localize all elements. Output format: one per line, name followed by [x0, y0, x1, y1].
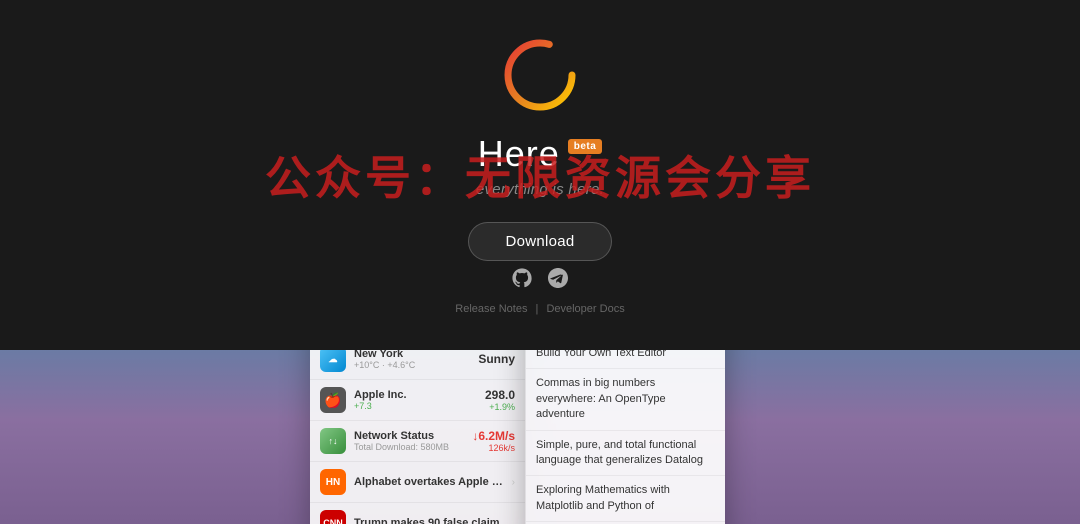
item-subtitle: Total Download: 580MB: [354, 442, 464, 452]
item-value: Sunny: [478, 352, 515, 366]
item-value: 298.0: [485, 388, 515, 402]
list-item: Exploring Mathematics with Matplotlib an…: [526, 476, 725, 522]
weather-icon: ☁: [320, 350, 346, 372]
app-title: Here: [478, 133, 560, 175]
item-value-group: 298.0 +1.9%: [485, 388, 515, 412]
list-item: ↑↓ Network Status Total Download: 580MB …: [310, 421, 525, 462]
release-notes-link[interactable]: Release Notes: [455, 303, 527, 315]
post-title: Simple, pure, and total functional langu…: [536, 438, 715, 469]
list-item: Simple, pure, and total functional langu…: [526, 431, 725, 477]
list-item: CNN Trump makes 90 false claims during f…: [310, 503, 525, 524]
item-title: Network Status: [354, 430, 464, 442]
item-content: Alphabet overtakes Apple to become the..…: [354, 476, 504, 488]
apple-icon: 🍎: [320, 387, 346, 413]
hero-section: Here beta everything is here. Download R…: [0, 0, 1080, 350]
item-content: Apple Inc. +7.3: [354, 389, 477, 411]
list-item: Commas in big numbers everywhere: An Ope…: [526, 369, 725, 430]
list-item[interactable]: HN Alphabet overtakes Apple to become th…: [310, 462, 525, 503]
item-title: Apple Inc.: [354, 389, 477, 401]
item-title: Alphabet overtakes Apple to become the..…: [354, 476, 504, 488]
network-icon: ↑↓: [320, 428, 346, 454]
item-subtitle: +10°C · +4.6°C: [354, 360, 470, 370]
title-row: Here beta: [478, 133, 603, 175]
item-subtitle: +7.3: [354, 401, 477, 411]
app-subtitle: everything is here.: [476, 181, 604, 198]
github-icon[interactable]: [511, 267, 533, 289]
social-links: [511, 267, 569, 289]
preview-section: Fav News Quick × ☁ New York +10°C · +4.6…: [0, 350, 1080, 524]
hn-icon: HN: [320, 469, 346, 495]
list-item: ☁ New York +10°C · +4.6°C Sunny: [310, 350, 525, 380]
item-value-sub: +1.9%: [485, 402, 515, 412]
item-content: Network Status Total Download: 580MB: [354, 430, 464, 452]
telegram-icon[interactable]: [547, 267, 569, 289]
item-value-sub: 126k/s: [472, 443, 515, 453]
post-title: Exploring Mathematics with Matplotlib an…: [536, 483, 715, 514]
app-window-preview: Fav News Quick × ☁ New York +10°C · +4.6…: [310, 350, 725, 524]
post-title: Build Your Own Text Editor: [536, 350, 715, 361]
cnn-icon: CNN: [320, 510, 346, 524]
item-content: Trump makes 90 false claims during final: [354, 517, 515, 524]
footer-links: Release Notes | Developer Docs: [455, 303, 624, 315]
item-title: New York: [354, 350, 470, 360]
item-value-group: ↓6.2M/s 126k/s: [472, 429, 515, 453]
app-logo: [500, 35, 580, 115]
beta-badge: beta: [568, 139, 603, 154]
link-separator: |: [536, 303, 539, 315]
item-title: Trump makes 90 false claims during final: [354, 517, 515, 524]
left-panel: Fav News Quick × ☁ New York +10°C · +4.6…: [310, 350, 525, 524]
list-item: Build Your Own Text Editor: [526, 350, 725, 369]
arrow-icon: ›: [512, 477, 515, 488]
item-content: New York +10°C · +4.6°C: [354, 350, 470, 370]
download-button[interactable]: Download: [468, 222, 611, 261]
list-item: 🍎 Apple Inc. +7.3 298.0 +1.9%: [310, 380, 525, 421]
post-title: Commas in big numbers everywhere: An Ope…: [536, 376, 715, 422]
item-value: ↓6.2M/s: [472, 429, 515, 443]
developer-docs-link[interactable]: Developer Docs: [546, 303, 624, 315]
right-panel: Hot Post 🕐 4min Build Your Own Text Edit…: [525, 350, 725, 524]
